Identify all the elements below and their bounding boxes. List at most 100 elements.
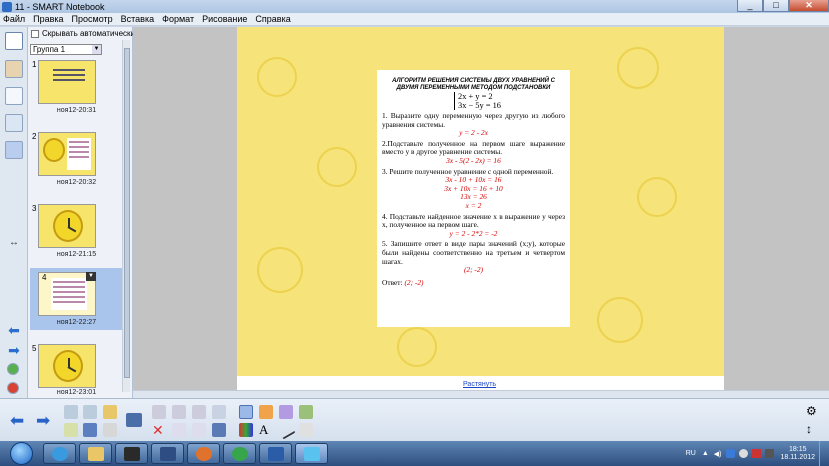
full-screen-icon[interactable] [172,405,186,419]
scrollbar-thumb[interactable] [124,48,130,378]
page-thumbnail-2[interactable]: 2 ноя12-20:32 [30,131,123,191]
bluetooth-icon[interactable] [726,449,736,458]
attachments-tab-icon[interactable] [5,87,23,105]
magic-pen-icon[interactable] [299,405,313,419]
maximize-button[interactable]: □ [763,0,789,12]
display-icon[interactable] [126,413,142,427]
menu-help[interactable]: Справка [255,14,290,24]
algorithm-text-box[interactable]: АЛГОРИТМ РЕШЕНИЯ СИСТЕМЫ ДВУХ УРАВНЕНИЙ … [377,70,570,327]
properties-icon[interactable] [212,423,226,437]
clock-decoration-icon [597,297,643,343]
fill-eraser-icon[interactable] [299,423,313,437]
properties-tab-icon[interactable] [5,114,23,132]
folder-icon [88,447,104,461]
show-desktop-button[interactable] [819,441,829,466]
menu-insert[interactable]: Вставка [121,14,154,24]
redo-icon[interactable] [83,405,97,419]
group-select[interactable]: Группа 1 ▼ [30,44,102,55]
sorter-scrollbar[interactable] [122,40,130,392]
addons-tab-icon[interactable] [5,141,23,159]
answer-label: Ответ: [382,277,403,287]
tray-monitor-icon[interactable] [765,449,775,458]
forward-arrow-icon[interactable]: ➡ [36,412,50,429]
taskbar-explorer[interactable] [79,443,112,464]
window-title: 11 - SMART Notebook [15,1,105,12]
line-tool-icon[interactable] [276,420,296,440]
select-pointer-icon[interactable] [239,405,253,419]
start-button-icon[interactable] [10,442,33,465]
next-page-icon[interactable]: ➡ [5,343,23,357]
step-4: 4. Подставьте найденное значение x в выр… [382,211,565,230]
menu-file[interactable]: Файл [3,14,25,24]
language-indicator[interactable]: RU [686,450,696,457]
tray-expand-icon[interactable]: ▲ [702,450,709,457]
chevron-down-icon[interactable]: ▼ [92,45,101,54]
menu-edit[interactable]: Правка [33,14,63,24]
taskbar-media[interactable] [115,443,148,464]
taskbar-smart-notebook[interactable] [295,443,328,464]
save-icon[interactable] [83,423,97,437]
shape-pen-icon[interactable] [259,405,273,419]
move-toolbar-icon[interactable]: ↕ [806,422,820,436]
minimize-button[interactable]: _ [737,0,763,12]
page-time: ноя12-22:27 [56,319,97,326]
volume-icon[interactable]: ◀) [714,450,722,458]
page-thumbnail-1[interactable]: 1 ноя12-20:31 [30,59,123,119]
smart-notebook-icon [304,447,320,461]
taskbar-app[interactable] [151,443,184,464]
close-button[interactable]: ✕ [789,0,829,12]
screen-shade-icon[interactable] [152,405,166,419]
taskbar-firefox[interactable] [187,443,220,464]
back-arrow-icon[interactable]: ⬅ [10,412,24,429]
clock-time: 18:15 [788,445,807,453]
stretch-link[interactable]: Растянуть [463,381,496,388]
canvas-horizontal-scrollbar[interactable] [133,390,829,398]
autohide-label: Скрывать автоматически [42,29,136,38]
side-tabs: ↔ ⬅ ➡ [0,27,28,398]
capture-icon[interactable] [192,405,206,419]
add-page-icon[interactable] [7,363,19,375]
app-icon [2,1,12,12]
thumbnail-image [38,132,96,176]
paste-icon[interactable] [103,423,117,437]
settings-gear-icon[interactable]: ⚙ [806,404,820,418]
equation-2: 3x − 5y = 16 [458,101,501,110]
page-sorter: Скрывать автоматически Группа 1 ▼ 1 ноя1… [28,27,135,398]
delete-icon[interactable]: ✕ [152,423,166,437]
document-icon [67,138,91,170]
menu-view[interactable]: Просмотр [72,14,113,24]
new-page-icon[interactable] [64,423,78,437]
previous-page-icon[interactable]: ⬅ [5,323,23,337]
system-tray: RU ▲ ◀) 18:15 18.11.2012 [686,441,829,466]
step-1-result: y = 2 - 2x [459,128,488,138]
undo-icon[interactable] [64,405,78,419]
text-tool-icon[interactable]: A [259,423,273,437]
delete-page-icon[interactable] [7,382,19,394]
record-icon[interactable] [192,423,206,437]
menu-format[interactable]: Формат [162,14,194,24]
taskbar-mail[interactable] [223,443,256,464]
thumbnail-image [38,204,96,248]
menu-draw[interactable]: Рисование [202,14,247,24]
page-number: 1 [32,60,37,69]
page-menu-icon[interactable]: ▼ [86,272,96,281]
page-thumbnail-5[interactable]: 5 ноя12-23:01 [30,343,123,398]
page-sorter-tab-icon[interactable] [5,32,23,50]
page-thumbnail-3[interactable]: 3 ноя12-21:15 [30,203,123,263]
pens-icon[interactable] [239,423,253,437]
gallery-tab-icon[interactable] [5,60,23,78]
page-thumbnail-4-selected[interactable]: 4 ноя12-22:27 ▼ [30,268,123,330]
taskbar-word[interactable] [259,443,292,464]
network-icon[interactable] [739,449,749,458]
open-file-icon[interactable] [103,405,117,419]
page-number: 5 [32,344,37,353]
autohide-option[interactable]: Скрывать автоматически [31,29,135,38]
eraser-icon[interactable] [279,405,293,419]
table-icon[interactable] [172,423,186,437]
resize-arrows-icon[interactable]: ↔ [5,237,23,249]
document-camera-icon[interactable] [212,405,226,419]
taskbar-ie[interactable] [43,443,76,464]
tray-app-icon[interactable] [752,449,762,458]
autohide-checkbox[interactable] [31,29,39,38]
tray-clock[interactable]: 18:15 18.11.2012 [780,446,815,462]
